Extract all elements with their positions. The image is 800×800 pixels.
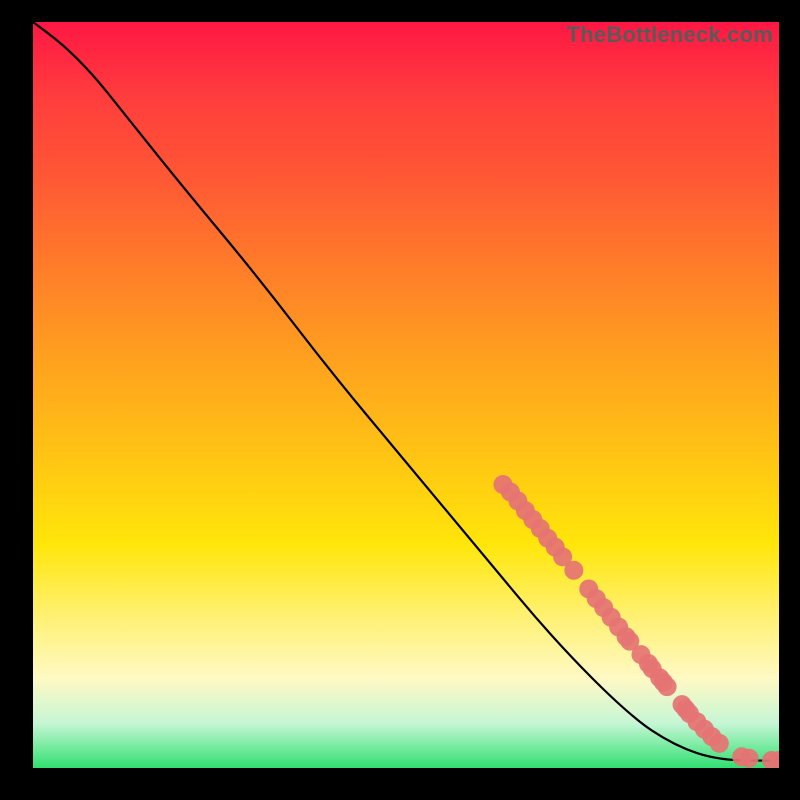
plot-area: TheBottleneck.com bbox=[33, 22, 779, 768]
curve-line bbox=[33, 22, 779, 761]
data-point bbox=[740, 749, 759, 768]
chart-frame: TheBottleneck.com bbox=[0, 0, 800, 800]
chart-overlay bbox=[33, 22, 779, 768]
data-point bbox=[564, 561, 583, 580]
data-point bbox=[658, 677, 677, 696]
scatter-points bbox=[493, 475, 779, 768]
data-point bbox=[710, 734, 729, 753]
